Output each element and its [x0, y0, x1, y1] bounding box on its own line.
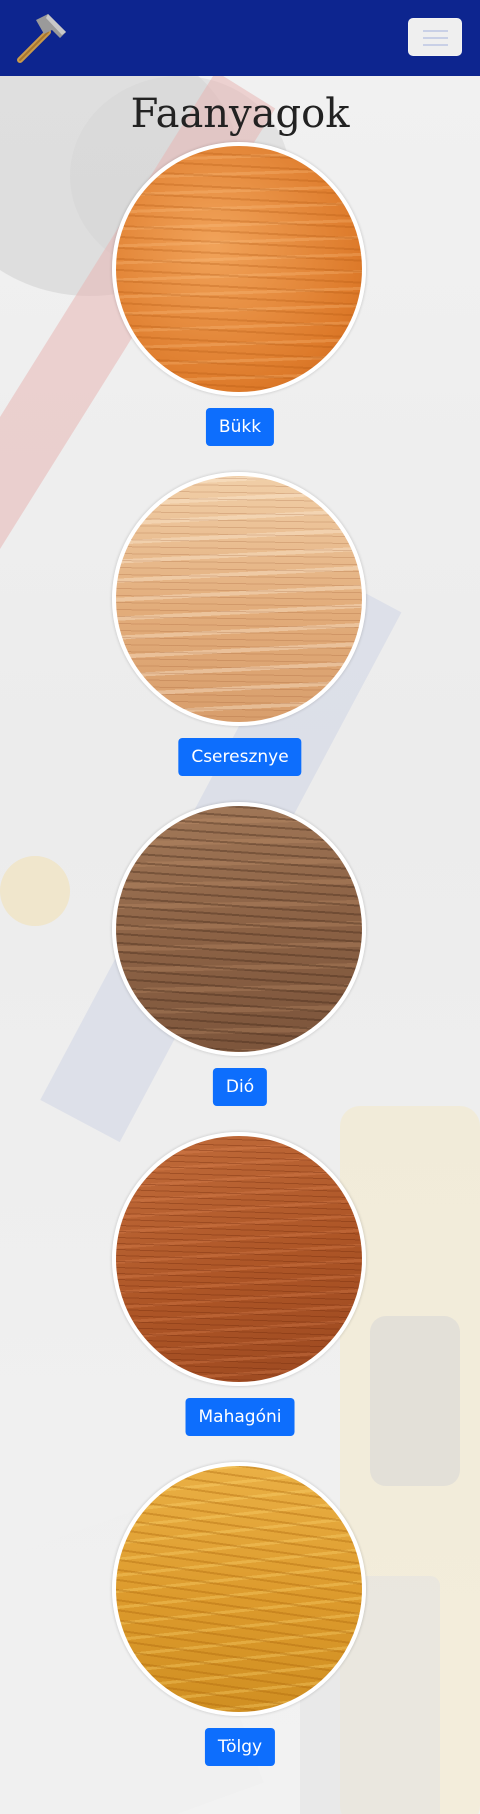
- wood-item-dio: Dió: [0, 798, 480, 1128]
- wood-image-tolgy: [112, 1462, 366, 1716]
- wood-item-bukk: Bükk: [0, 138, 480, 468]
- wood-item-cseresznye: Cseresznye: [0, 468, 480, 798]
- wood-image-bukk: [112, 142, 366, 396]
- wood-button-mahagoni[interactable]: Mahagóni: [185, 1398, 295, 1436]
- wood-image-mahagoni: [112, 1132, 366, 1386]
- wood-image-cseresznye: [112, 472, 366, 726]
- wood-button-tolgy[interactable]: Tölgy: [204, 1728, 276, 1766]
- navbar: [0, 0, 480, 76]
- navbar-toggler-button[interactable]: [408, 18, 462, 56]
- hammer-icon[interactable]: [14, 12, 68, 64]
- wood-button-bukk[interactable]: Bükk: [205, 408, 275, 446]
- wood-item-mahagoni: Mahagóni: [0, 1128, 480, 1458]
- page-title: Faanyagok: [130, 91, 350, 137]
- wood-gallery: Faanyagok Bükk Cseresznye Dió Mahagóni T…: [0, 76, 480, 1788]
- wood-image-dio: [112, 802, 366, 1056]
- wood-item-tolgy: Tölgy: [0, 1458, 480, 1788]
- wood-button-cseresznye[interactable]: Cseresznye: [178, 738, 302, 776]
- wood-button-dio[interactable]: Dió: [212, 1068, 268, 1106]
